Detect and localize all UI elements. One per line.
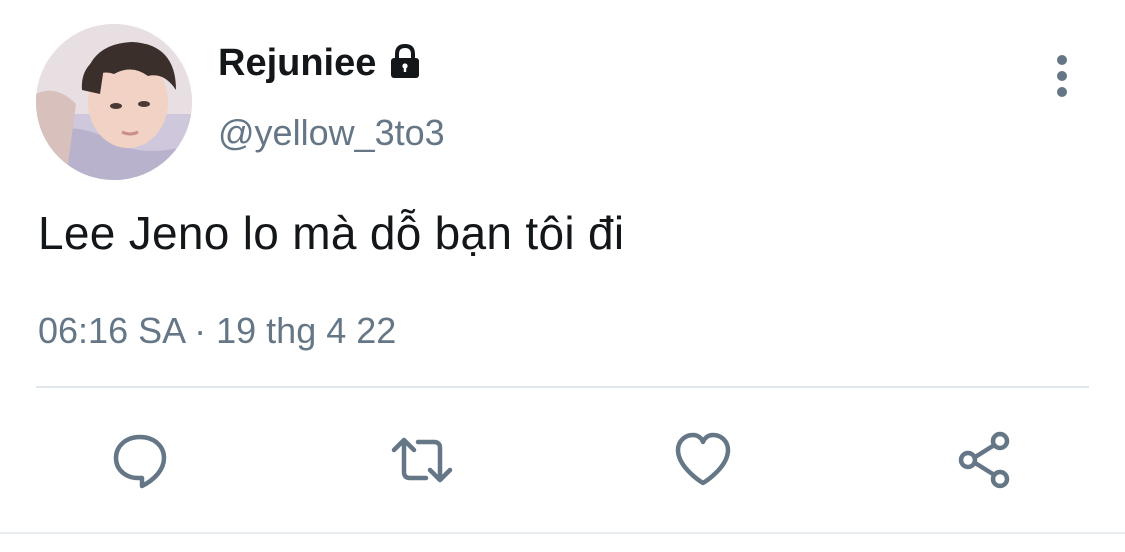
like-button[interactable] [671,428,735,492]
vertical-dots-icon[interactable] [1044,52,1080,100]
reply-button[interactable] [108,428,172,492]
avatar-photo [36,24,192,180]
avatar[interactable] [36,24,192,180]
user-handle[interactable]: @yellow_3to3 [218,112,445,154]
display-name[interactable]: Rejuniee [218,42,424,85]
retweet-button[interactable] [390,428,454,492]
tweet-text: Lee Jeno lo mà dỗ bạn tôi đi [38,207,625,259]
retweet-arrows-icon [391,437,453,483]
heart-icon [675,432,731,486]
bottom-divider [0,532,1125,534]
share-nodes-icon [958,431,1010,489]
comment-bubble-icon [113,434,167,489]
tweet-card: Rejuniee @yellow_3to3 Lee Jeno lo mà dỗ … [0,0,1125,552]
lock-icon [386,42,424,80]
display-name-text: Rejuniee [218,42,377,84]
tweet-timestamp[interactable]: 06:16 SA · 19 thg 4 22 [38,310,396,352]
divider [36,386,1089,388]
share-button[interactable] [953,428,1017,492]
